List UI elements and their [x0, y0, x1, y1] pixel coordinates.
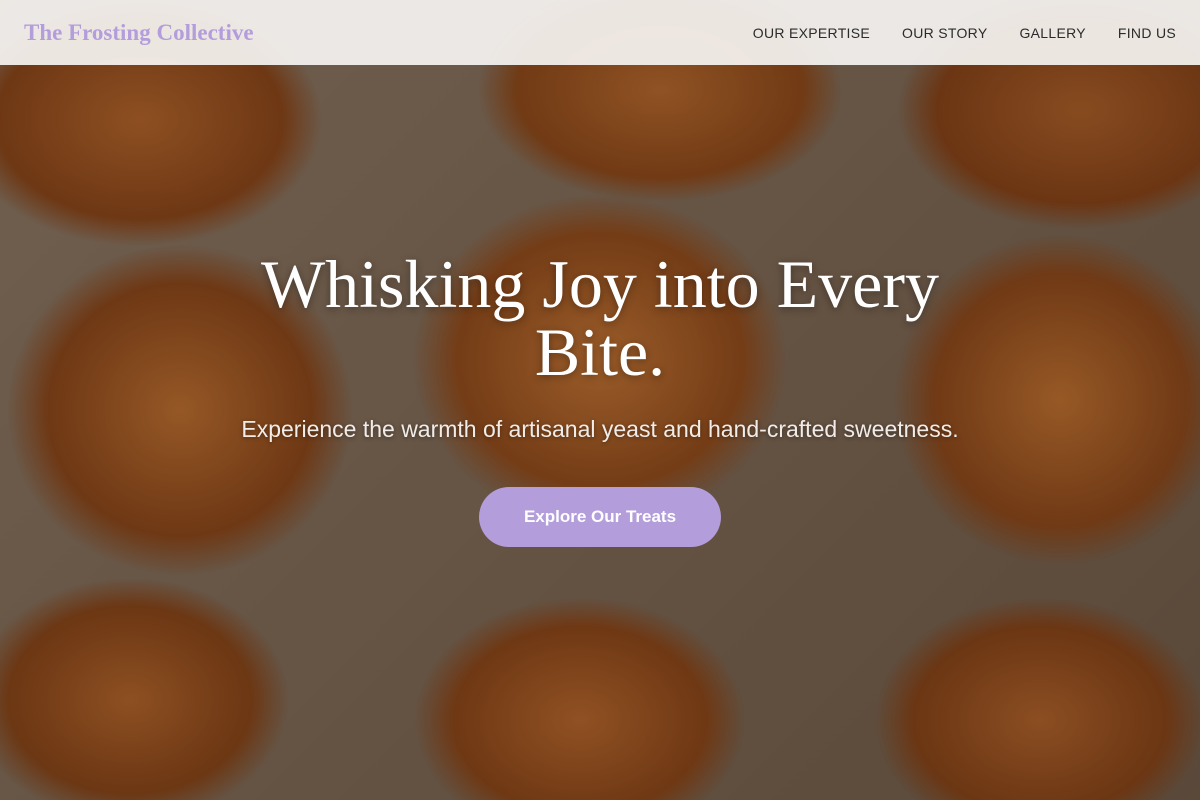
hero-headline: Whisking Joy into Every Bite.: [260, 246, 940, 390]
nav-link-our-expertise[interactable]: OUR EXPERTISE: [753, 25, 870, 41]
brand-logo[interactable]: The Frosting Collective: [24, 20, 254, 46]
nav-menu: OUR EXPERTISE OUR STORY GALLERY FIND US: [753, 25, 1176, 41]
explore-treats-button[interactable]: Explore Our Treats: [479, 487, 721, 547]
nav-link-find-us[interactable]: FIND US: [1118, 25, 1176, 41]
hero-content: Whisking Joy into Every Bite. Experience…: [0, 250, 1200, 547]
nav-link-gallery[interactable]: GALLERY: [1019, 25, 1085, 41]
nav-link-our-story[interactable]: OUR STORY: [902, 25, 987, 41]
hero-subtitle: Experience the warmth of artisanal yeast…: [241, 416, 959, 442]
navbar: The Frosting Collective OUR EXPERTISE OU…: [0, 0, 1200, 65]
